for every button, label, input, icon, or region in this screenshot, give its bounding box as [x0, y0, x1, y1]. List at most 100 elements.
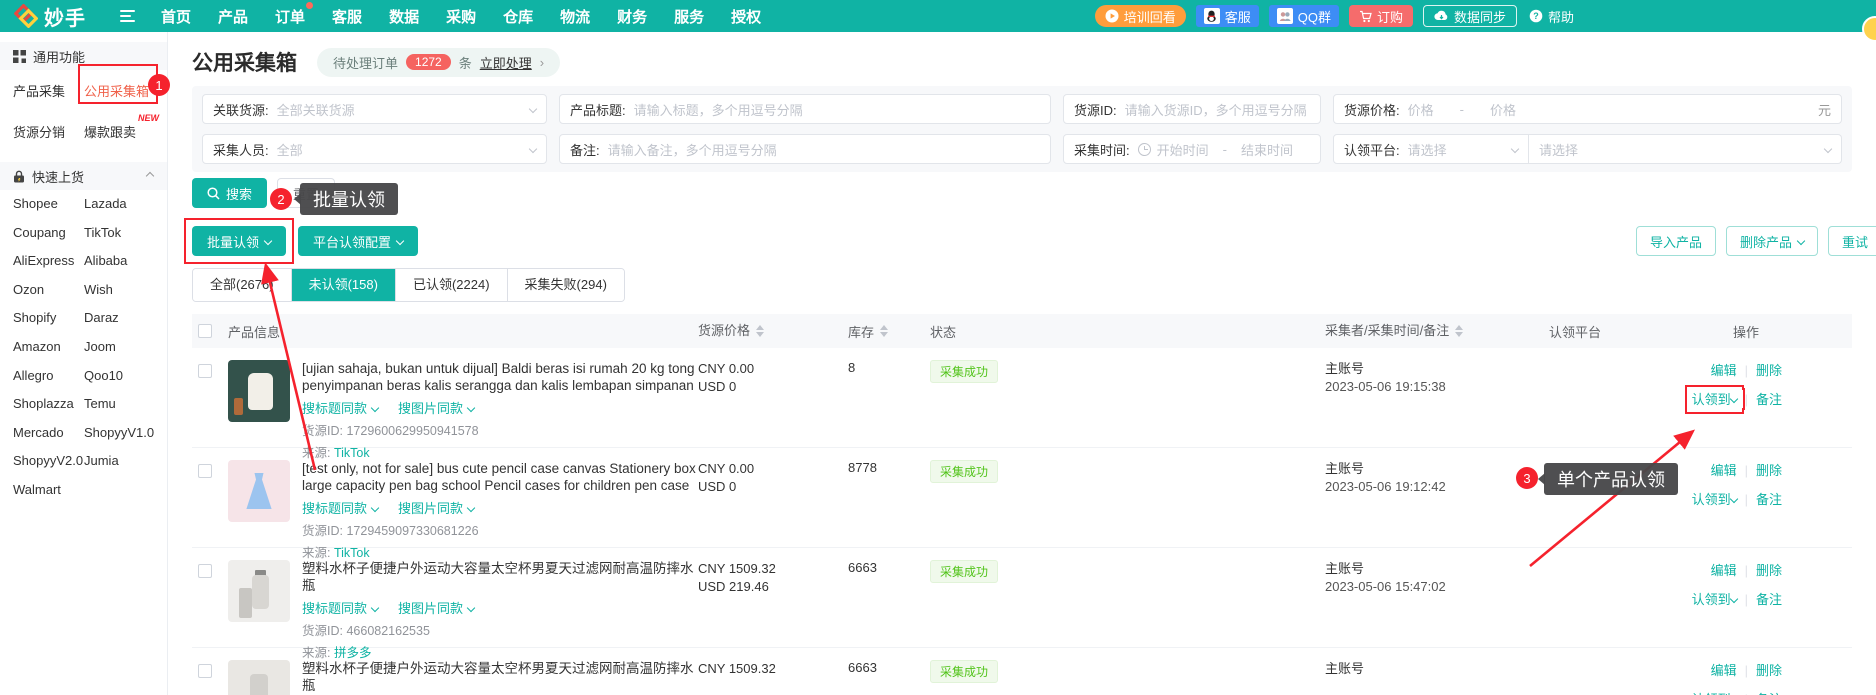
product-title[interactable]: 塑料水杯子便捷户外运动大容量太空杯男夏天过滤网耐高温防摔水瓶 — [302, 660, 698, 694]
sidebar-platform-item[interactable]: ShopyyV1.0 — [84, 419, 167, 448]
sidebar-platform-item[interactable]: Alibaba — [84, 247, 167, 276]
product-image[interactable] — [228, 460, 290, 522]
qq-group-button[interactable]: QQ群 — [1269, 5, 1339, 27]
sidebar-platform-item[interactable]: Jumia — [84, 447, 167, 476]
row-checkbox[interactable] — [198, 664, 212, 678]
order-button[interactable]: 订购 — [1349, 5, 1413, 27]
claim-to-dropdown[interactable]: 认领到 — [1692, 592, 1737, 607]
sidebar-section-quick-listing[interactable]: 快速上货 — [0, 162, 167, 190]
import-product-button[interactable]: 导入产品 — [1636, 226, 1716, 256]
sidebar-platform-item[interactable]: Walmart — [13, 476, 84, 505]
filter-source-id-input[interactable]: 货源ID: 请输入货源ID，多个用逗号分隔 — [1063, 94, 1321, 124]
row-checkbox[interactable] — [198, 564, 212, 578]
sidebar-item-hot-follow[interactable]: 爆款跟卖 NEW — [84, 122, 155, 141]
price-max-input[interactable]: 价格 — [1490, 100, 1516, 119]
status-tab[interactable]: 未认领(158) — [291, 269, 395, 301]
menu-item[interactable]: 服务 — [674, 6, 704, 27]
product-image[interactable] — [228, 360, 290, 422]
help-button[interactable]: ? 帮助 — [1527, 5, 1576, 27]
sort-icon[interactable] — [756, 325, 764, 337]
product-title[interactable]: 塑料水杯子便捷户外运动大容量太空杯男夏天过滤网耐高温防摔水瓶 — [302, 560, 698, 594]
sidebar-item-source-distribution[interactable]: 货源分销 — [13, 122, 84, 141]
filter-claim-store-select[interactable]: 请选择 — [1529, 134, 1842, 164]
search-same-title-link[interactable]: 搜标题同款 — [302, 398, 378, 417]
filter-product-title-input[interactable]: 产品标题: 请输入标题，多个用逗号分隔 — [559, 94, 1051, 124]
sidebar-platform-item[interactable]: ShopyyV2.0 — [13, 447, 84, 476]
delete-link[interactable]: 删除 — [1756, 463, 1782, 478]
sidebar-platform-item[interactable]: Joom — [84, 333, 167, 362]
sidebar-platform-item[interactable]: AliExpress — [13, 247, 84, 276]
menu-item[interactable]: 授权 — [731, 6, 761, 27]
delete-link[interactable]: 删除 — [1756, 563, 1782, 578]
product-image[interactable] — [228, 660, 290, 695]
remark-link[interactable]: 备注 — [1756, 492, 1782, 507]
filter-claim-platform-select[interactable]: 认领平台: 请选择 — [1333, 134, 1529, 164]
sort-icon[interactable] — [880, 325, 888, 337]
search-same-title-link[interactable]: 搜标题同款 — [302, 598, 378, 617]
retry-button[interactable]: 重试 — [1828, 226, 1876, 256]
delete-link[interactable]: 删除 — [1756, 663, 1782, 678]
claim-to-dropdown[interactable]: 认领到 — [1692, 492, 1737, 507]
menu-item[interactable]: 仓库 — [503, 6, 533, 27]
platform-claim-config-button[interactable]: 平台认领配置 — [298, 226, 418, 256]
remark-link[interactable]: 备注 — [1756, 592, 1782, 607]
sidebar-platform-item[interactable]: Shopee — [13, 190, 84, 219]
source-platform-link[interactable]: 拼多多 — [334, 646, 372, 660]
source-platform-link[interactable]: TikTok — [334, 446, 370, 460]
sidebar-platform-item[interactable]: Daraz — [84, 304, 167, 333]
product-title[interactable]: [test only, not for sale] bus cute penci… — [302, 460, 698, 494]
sidebar-platform-item[interactable]: Coupang — [13, 219, 84, 248]
col-source-price[interactable]: 货源价格 — [698, 322, 848, 340]
source-platform-link[interactable]: TikTok — [334, 546, 370, 560]
sidebar-platform-item[interactable]: Ozon — [13, 276, 84, 305]
menu-item[interactable]: 客服 — [332, 6, 362, 27]
filter-collect-time-range[interactable]: 采集时间: 开始时间 - 结束时间 — [1063, 134, 1321, 164]
delete-link[interactable]: 删除 — [1756, 363, 1782, 378]
menu-item[interactable]: 数据 — [389, 6, 419, 27]
hamburger-icon[interactable] — [120, 10, 135, 22]
sidebar-platform-item[interactable]: Lazada — [84, 190, 167, 219]
status-tab[interactable]: 已认领(2224) — [395, 269, 507, 301]
select-all-checkbox[interactable] — [198, 324, 212, 338]
search-same-image-link[interactable]: 搜图片同款 — [398, 598, 474, 617]
edit-link[interactable]: 编辑 — [1711, 363, 1737, 378]
process-now-link[interactable]: 立即处理 — [480, 53, 532, 72]
filter-associated-source-select[interactable]: 关联货源: 全部关联货源 — [202, 94, 547, 124]
filter-remark-input[interactable]: 备注: 请输入备注，多个用逗号分隔 — [559, 134, 1051, 164]
menu-item[interactable]: 首页 — [161, 6, 191, 27]
col-collector[interactable]: 采集者/采集时间/备注 — [1325, 322, 1510, 340]
claim-to-dropdown[interactable]: 认领到 — [1692, 392, 1737, 407]
menu-item[interactable]: 产品 — [218, 6, 248, 27]
status-tab[interactable]: 采集失败(294) — [507, 269, 624, 301]
search-button[interactable]: 搜索 — [192, 178, 267, 208]
search-same-title-link[interactable]: 搜标题同款 — [302, 498, 378, 517]
filter-collector-select[interactable]: 采集人员: 全部 — [202, 134, 547, 164]
product-title[interactable]: [ujian sahaja, bukan untuk dijual] Baldi… — [302, 360, 698, 394]
edit-link[interactable]: 编辑 — [1711, 563, 1737, 578]
remark-link[interactable]: 备注 — [1756, 392, 1782, 407]
col-stock[interactable]: 库存 — [848, 322, 930, 341]
brand-logo[interactable]: 妙手 — [14, 2, 86, 31]
training-replay-button[interactable]: 培训回看 — [1095, 5, 1186, 27]
menu-item[interactable]: 物流 — [560, 6, 590, 27]
filter-price-range-input[interactable]: 货源价格: 价格 - 价格 元 — [1333, 94, 1842, 124]
row-checkbox[interactable] — [198, 464, 212, 478]
status-tab[interactable]: 全部(2676) — [193, 269, 291, 301]
product-image[interactable] — [228, 560, 290, 622]
sidebar-platform-item[interactable]: Shopify — [13, 304, 84, 333]
edit-link[interactable]: 编辑 — [1711, 663, 1737, 678]
end-time-input[interactable]: 结束时间 — [1241, 140, 1293, 159]
menu-item[interactable]: 采购 — [446, 6, 476, 27]
batch-claim-button[interactable]: 批量认领 — [192, 226, 286, 256]
menu-item[interactable]: 财务 — [617, 6, 647, 27]
search-same-image-link[interactable]: 搜图片同款 — [398, 398, 474, 417]
sidebar-platform-item[interactable]: TikTok — [84, 219, 167, 248]
data-sync-button[interactable]: 数据同步 — [1423, 5, 1517, 27]
menu-item[interactable]: 订单 — [275, 6, 305, 27]
sidebar-platform-item[interactable]: Mercado — [13, 419, 84, 448]
start-time-input[interactable]: 开始时间 — [1157, 140, 1209, 159]
sidebar-platform-item[interactable]: Qoo10 — [84, 362, 167, 391]
sidebar-item-product-collect[interactable]: 产品采集 — [13, 81, 84, 100]
edit-link[interactable]: 编辑 — [1711, 463, 1737, 478]
sort-icon[interactable] — [1455, 325, 1463, 337]
